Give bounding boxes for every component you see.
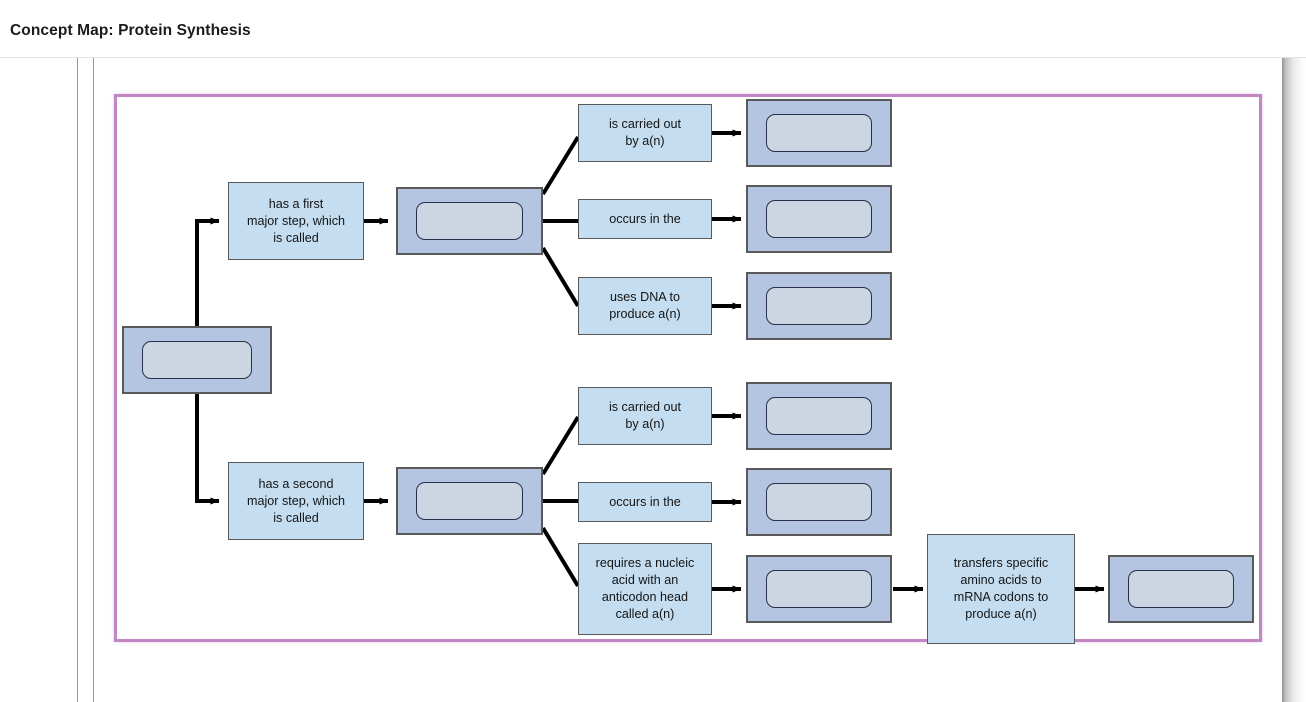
drop-slot[interactable] — [766, 200, 872, 238]
concept-slot-second-agent[interactable] — [746, 382, 892, 450]
page-title: Concept Map: Protein Synthesis — [10, 22, 251, 39]
label-line: by a(n) — [625, 417, 665, 431]
label-line: occurs in the — [609, 494, 681, 509]
label-line: has a first — [268, 196, 324, 211]
concept-slot-first-product[interactable] — [746, 272, 892, 340]
label-line: transfers specific — [953, 556, 1049, 570]
link-label-transfers-amino-acids: transfers specific amino acids to mRNA c… — [927, 534, 1075, 644]
drop-slot[interactable] — [766, 287, 872, 325]
concept-slot-first-agent[interactable] — [746, 99, 892, 167]
concept-slot-protein[interactable] — [1108, 555, 1254, 623]
label-line: produce a(n) — [965, 607, 1037, 621]
label-line: produce a(n) — [609, 307, 681, 321]
link-label-has-first-major-step: has a first major step, which is called — [228, 182, 364, 260]
label-line: amino acids to — [960, 573, 1042, 587]
label-line: is carried out — [608, 117, 682, 131]
connector-root-to-second-step — [195, 391, 220, 505]
label-line: acid with an — [611, 573, 679, 587]
drop-slot[interactable] — [416, 482, 523, 520]
drop-slot[interactable] — [142, 341, 252, 379]
label-line: major step, which — [247, 493, 345, 508]
label-line: mRNA codons to — [953, 590, 1049, 604]
link-label-requires-nucleic-acid: requires a nucleic acid with an anticodo… — [578, 543, 712, 635]
drop-slot[interactable] — [766, 483, 872, 521]
label-line: major step, which — [247, 213, 345, 228]
page-header: Concept Map: Protein Synthesis — [0, 0, 1306, 58]
concept-map-diagram: has a first major step, which is called … — [0, 58, 1306, 702]
label-line: is called — [273, 510, 319, 525]
label-line: uses DNA to — [610, 290, 680, 304]
concept-slot-first-major-step[interactable] — [396, 187, 543, 255]
label-line: requires a nucleic — [595, 556, 695, 570]
drop-slot[interactable] — [766, 114, 872, 152]
link-label-occurs-in-the-1: occurs in the — [578, 199, 712, 239]
concept-slot-root[interactable] — [122, 326, 272, 394]
drop-slot[interactable] — [416, 202, 523, 240]
label-line: has a second — [258, 476, 334, 491]
page-edge-shadow — [1282, 58, 1306, 702]
link-label-uses-dna-to-produce: uses DNA to produce a(n) — [578, 277, 712, 335]
label-line: by a(n) — [625, 134, 665, 148]
label-line: is called — [273, 230, 319, 245]
connector-second-concept-fanout — [541, 415, 580, 588]
drop-slot[interactable] — [766, 570, 872, 608]
link-label-is-carried-out-by-2: is carried out by a(n) — [578, 387, 712, 445]
drop-slot[interactable] — [766, 397, 872, 435]
link-label-is-carried-out-by-1: is carried out by a(n) — [578, 104, 712, 162]
label-line: is carried out — [608, 400, 682, 414]
concept-slot-first-location[interactable] — [746, 185, 892, 253]
drop-slot[interactable] — [1128, 570, 1234, 608]
connector-first-concept-fanout — [541, 135, 580, 308]
label-line: occurs in the — [609, 211, 681, 226]
document-canvas: has a first major step, which is called … — [0, 58, 1306, 702]
label-line: called a(n) — [615, 607, 675, 621]
link-label-occurs-in-the-2: occurs in the — [578, 482, 712, 522]
concept-slot-trna[interactable] — [746, 555, 892, 623]
connector-label-to-concept-arrows — [712, 129, 742, 593]
link-label-has-second-major-step: has a second major step, which is called — [228, 462, 364, 540]
label-line: anticodon head — [601, 590, 689, 604]
concept-slot-second-location[interactable] — [746, 468, 892, 536]
concept-slot-second-major-step[interactable] — [396, 467, 543, 535]
